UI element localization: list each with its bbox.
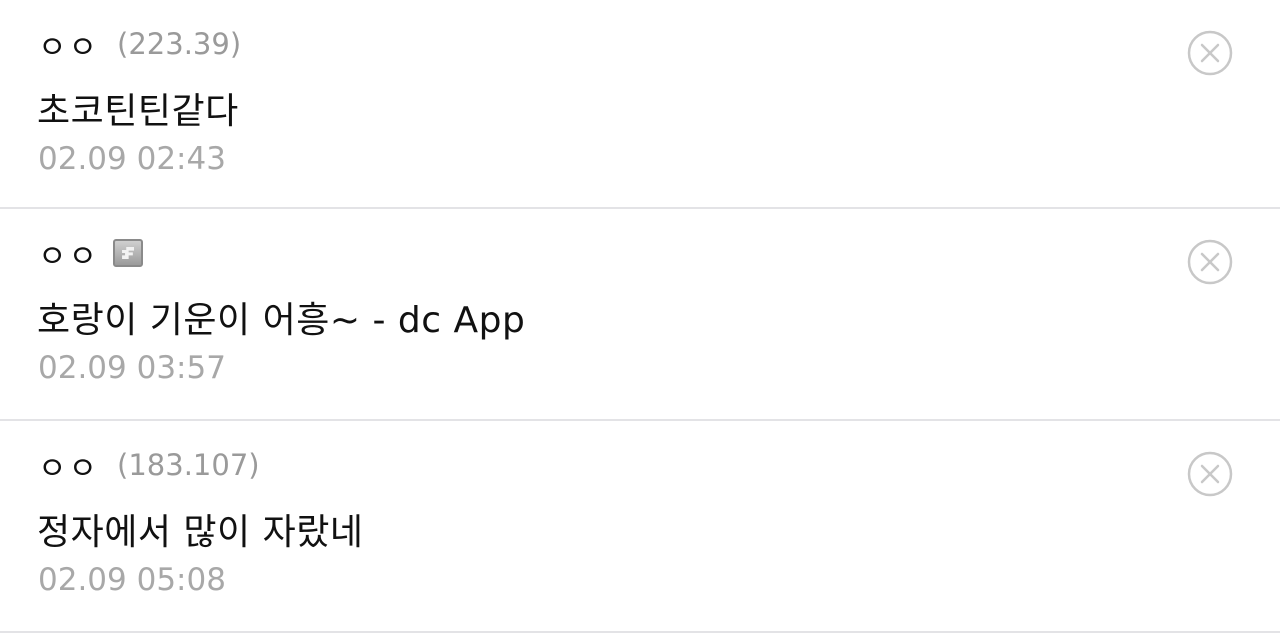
comment-item: ㅇㅇ 호랑이 기운이 어흥~ - dc App 02.09 03:57	[0, 209, 1280, 421]
comment-date: 02.09 03:57	[38, 350, 226, 386]
delete-comment-button[interactable]	[1187, 239, 1233, 285]
delete-comment-button[interactable]	[1187, 451, 1233, 497]
comment-author[interactable]: ㅇㅇ	[38, 22, 99, 67]
comment-author-row: ㅇㅇ	[38, 231, 144, 276]
delete-comment-button[interactable]	[1187, 30, 1233, 76]
comment-content: 호랑이 기운이 어흥~ - dc App	[37, 300, 526, 341]
comment-content: 정자에서 많이 자랐네	[37, 512, 364, 553]
comment-author-row: ㅇㅇ (223.39)	[38, 22, 241, 66]
comment-author[interactable]: ㅇㅇ	[38, 231, 99, 276]
close-circle-icon	[1187, 30, 1233, 76]
comment-item: ㅇㅇ (183.107) 정자에서 많이 자랐네 02.09 05:08	[0, 421, 1280, 633]
comment-date: 02.09 05:08	[38, 562, 226, 598]
close-circle-icon	[1187, 239, 1233, 285]
comment-list: ㅇㅇ (223.39) 초코틴틴같다 02.09 02:43 ㅇㅇ 호랑이 기운…	[0, 0, 1280, 633]
close-circle-icon	[1187, 451, 1233, 497]
comment-item: ㅇㅇ (223.39) 초코틴틴같다 02.09 02:43	[0, 0, 1280, 209]
comment-author[interactable]: ㅇㅇ	[38, 443, 99, 488]
comment-content: 초코틴틴같다	[37, 91, 239, 132]
comment-ip: (183.107)	[117, 448, 260, 482]
comment-date: 02.09 02:43	[38, 141, 226, 177]
fixed-nick-badge-icon	[113, 239, 144, 267]
comment-author-row: ㅇㅇ (183.107)	[38, 443, 260, 487]
comment-ip: (223.39)	[117, 27, 242, 61]
